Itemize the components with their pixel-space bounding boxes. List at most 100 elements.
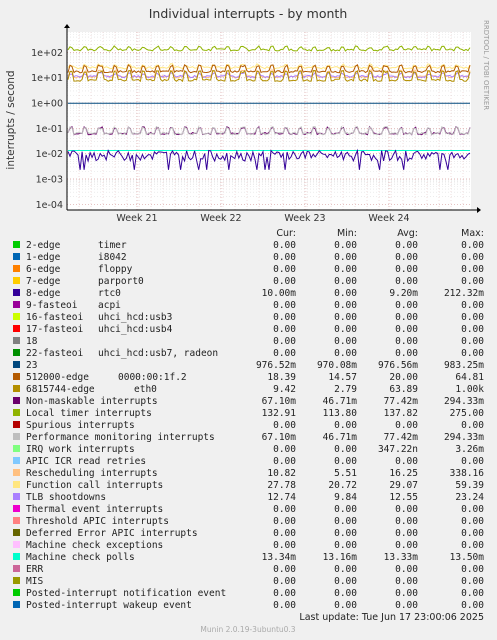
legend-value: 23.24	[455, 492, 484, 503]
legend-value: 212.32m	[444, 288, 484, 299]
legend-swatch	[13, 337, 20, 344]
legend-value: 0.00	[273, 312, 296, 323]
legend-value: 0.00	[461, 312, 484, 323]
legend-swatch	[13, 397, 20, 404]
legend-device: parport0	[98, 276, 144, 287]
legend-row: APIC ICR read retries 0.00 0.00 0.00 0.00	[13, 456, 484, 467]
chart-title: Individual interrupts - by month	[149, 6, 348, 21]
legend-value: 0.00	[334, 540, 357, 551]
legend-value: 0.00	[395, 528, 418, 539]
legend-swatch	[13, 409, 20, 416]
legend-value: 0.00	[461, 600, 484, 611]
legend-swatch	[13, 289, 20, 296]
legend-value: 976.56m	[378, 360, 418, 371]
legend-label: Spurious interrupts	[26, 420, 135, 431]
legend-value: 0.00	[395, 540, 418, 551]
legend-value: 20.00	[389, 372, 418, 383]
legend-value: 67.10m	[262, 432, 297, 443]
legend-row: Non-maskable interrupts 67.10m 46.71m 77.42…	[13, 396, 484, 407]
legend-value: 18.39	[267, 372, 296, 383]
legend-header: Cur: Min: Avg: Max:	[276, 228, 484, 239]
y-ticks: 1e+02 1e+01 1e+00 1e-01 1e-02 1e-03 1e-04	[31, 48, 63, 211]
legend-device: uhci_hcd:usb7, radeon	[98, 348, 218, 359]
legend-value: 0.00	[273, 564, 296, 575]
legend-value: 0.00	[334, 276, 357, 287]
legend-swatch	[13, 301, 20, 308]
legend-value: 46.71m	[323, 396, 358, 407]
legend-label: MIS	[26, 576, 43, 587]
legend-value: 0.00	[273, 252, 296, 263]
legend-swatch	[13, 253, 20, 260]
legend-label: Function call interrupts	[26, 480, 163, 491]
legend-label: 7-edge	[26, 276, 61, 287]
legend-swatch	[13, 457, 20, 464]
legend-value: 13.50m	[450, 552, 485, 563]
legend-row: 8-edge rtc0 10.00m 0.00 9.20m 212.32m	[13, 288, 484, 299]
legend-swatch	[13, 589, 20, 596]
legend-value: 13.34m	[262, 552, 297, 563]
legend-value: 113.80	[323, 408, 358, 419]
legend-value: 0.00	[273, 540, 296, 551]
legend-value: 0.00	[461, 240, 484, 251]
legend-value: 20.72	[328, 480, 357, 491]
legend-label: Non-maskable interrupts	[26, 396, 158, 407]
legend-value: 64.81	[455, 372, 484, 383]
legend-value: 0.00	[334, 288, 357, 299]
x-tick-label: Week 22	[200, 213, 241, 224]
legend-label: 6815744-edge	[26, 384, 95, 395]
legend-row: 16-fasteoi uhci_hcd:usb3 0.00 0.00 0.00 0.00	[13, 312, 484, 323]
legend-value: 0.00	[334, 444, 357, 455]
legend-swatch	[13, 313, 20, 320]
interrupts-chart: Individual interrupts - by month RRDTOOL…	[5, 6, 490, 634]
legend-label: Deferred Error APIC interrupts	[26, 528, 198, 539]
legend-value: 0.00	[334, 312, 357, 323]
legend-value: 0.00	[395, 240, 418, 251]
legend-value: 0.00	[334, 420, 357, 431]
legend-device: timer	[98, 240, 127, 251]
legend-swatch	[13, 529, 20, 536]
legend-value: 0.00	[273, 240, 296, 251]
legend-swatch	[13, 481, 20, 488]
legend-label: TLB shootdowns	[26, 492, 106, 503]
legend-value: 0.00	[461, 456, 484, 467]
legend-device: uhci_hcd:usb4	[98, 324, 173, 335]
legend-value: 0.00	[461, 576, 484, 587]
legend-value: 77.42m	[384, 396, 419, 407]
legend: 2-edge timer 0.00 0.00 0.00 0.001-edge i8042 0.…	[13, 240, 484, 611]
legend-swatch	[13, 241, 20, 248]
legend-swatch	[13, 277, 20, 284]
legend-column-header: Max:	[461, 228, 484, 239]
legend-value: 9.42	[273, 384, 296, 395]
legend-row: 2-edge timer 0.00 0.00 0.00 0.00	[13, 240, 484, 251]
legend-swatch	[13, 445, 20, 452]
legend-label: IRQ work interrupts	[26, 444, 135, 455]
legend-value: 0.00	[334, 348, 357, 359]
legend-value: 0.00	[395, 336, 418, 347]
legend-value: 0.00	[395, 600, 418, 611]
legend-value: 3.26m	[455, 444, 484, 455]
legend-value: 0.00	[395, 312, 418, 323]
legend-swatch	[13, 361, 20, 368]
legend-value: 132.91	[262, 408, 297, 419]
legend-value: 0.00	[273, 264, 296, 275]
legend-value: 0.00	[273, 576, 296, 587]
x-tick-label: Week 23	[284, 213, 325, 224]
legend-value: 0.00	[461, 276, 484, 287]
legend-value: 0.00	[461, 588, 484, 599]
legend-value: 0.00	[334, 528, 357, 539]
legend-label: 18	[26, 336, 38, 347]
legend-label: 6-edge	[26, 264, 61, 275]
legend-value: 0.00	[334, 252, 357, 263]
legend-value: 0.00	[461, 348, 484, 359]
legend-value: 0.00	[461, 264, 484, 275]
legend-swatch	[13, 265, 20, 272]
legend-value: 294.33m	[444, 432, 484, 443]
y-tick-label: 1e-02	[36, 149, 63, 160]
legend-swatch	[13, 349, 20, 356]
legend-value: 0.00	[395, 264, 418, 275]
legend-swatch	[13, 505, 20, 512]
legend-row: Performance monitoring interrupts 67.10m 4…	[13, 432, 484, 443]
legend-value: 137.82	[384, 408, 418, 419]
legend-label: Thermal event interrupts	[26, 504, 163, 515]
legend-value: 0.00	[395, 504, 418, 515]
